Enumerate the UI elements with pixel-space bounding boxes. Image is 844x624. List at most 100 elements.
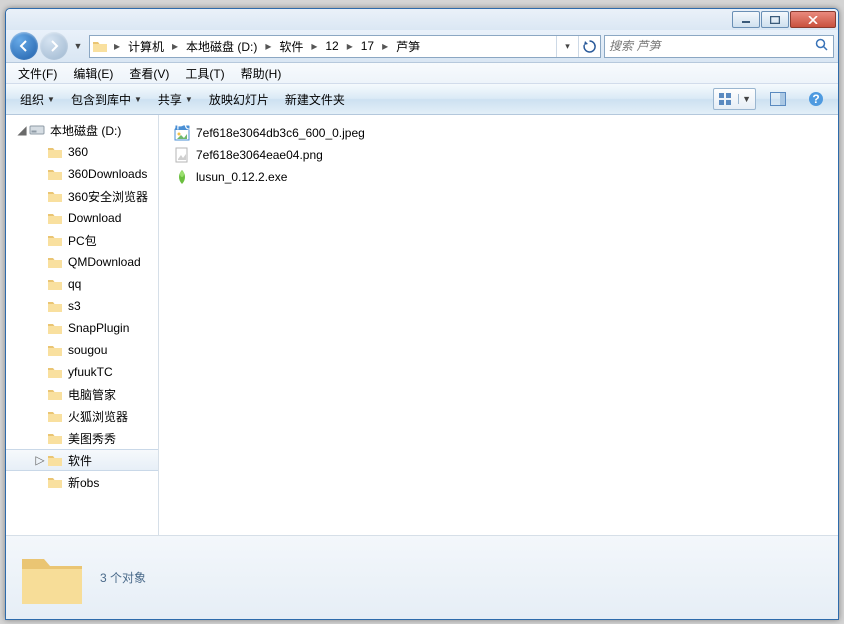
tree-label: yfuukTC <box>68 365 113 379</box>
svg-text:JPG: JPG <box>174 125 190 133</box>
tree-label: 本地磁盘 (D:) <box>50 122 121 139</box>
tree-label: sougou <box>68 343 107 357</box>
toolbar: 组织▼ 包含到库中▼ 共享▼ 放映幻灯片 新建文件夹 ▼ ? <box>6 84 838 115</box>
tree-item[interactable]: 美图秀秀 <box>6 427 158 449</box>
file-item[interactable]: 7ef618e3064eae04.png <box>173 145 824 165</box>
search-box[interactable] <box>604 35 834 58</box>
tree-item[interactable]: 新obs <box>6 471 158 493</box>
crumb-folder[interactable]: 12 <box>321 36 342 57</box>
file-item[interactable]: JPG 7ef618e3064db3c6_600_0.jpeg <box>173 123 824 143</box>
help-icon: ? <box>808 91 824 107</box>
view-mode-button[interactable]: ▼ <box>713 88 756 110</box>
close-button[interactable] <box>790 11 836 28</box>
file-name: 7ef618e3064eae04.png <box>196 148 323 162</box>
search-icon[interactable] <box>815 38 829 55</box>
chevron-right-icon[interactable]: ▸ <box>110 36 124 57</box>
chevron-right-icon[interactable]: ▸ <box>307 36 321 57</box>
expander-icon[interactable]: ◢ <box>16 123 28 137</box>
forward-button[interactable] <box>40 32 68 60</box>
menu-file[interactable]: 文件(F) <box>10 65 65 82</box>
help-button[interactable]: ? <box>800 88 832 110</box>
menu-tools[interactable]: 工具(T) <box>177 65 232 82</box>
folder-icon <box>46 254 64 270</box>
folder-icon <box>46 342 64 358</box>
tree-label: SnapPlugin <box>68 321 129 335</box>
refresh-button[interactable] <box>578 36 600 57</box>
crumb-label: 17 <box>361 39 374 53</box>
tree-item[interactable]: ▷ 软件 <box>6 449 158 471</box>
folder-icon <box>46 474 64 490</box>
tree-item[interactable]: SnapPlugin <box>6 317 158 339</box>
tree-label: 火狐浏览器 <box>68 408 128 425</box>
tree-label: PC包 <box>68 232 97 249</box>
share-button[interactable]: 共享▼ <box>150 88 201 110</box>
crumb-drive[interactable]: 本地磁盘 (D:) <box>182 36 261 57</box>
file-type-icon <box>173 147 191 163</box>
maximize-button[interactable] <box>761 11 789 28</box>
explorer-window: ▼ ▸ 计算机 ▸ 本地磁盘 (D:) ▸ 软件 ▸ 12 ▸ 17 ▸ 芦笋 … <box>5 8 839 620</box>
svg-text:?: ? <box>812 92 819 106</box>
address-bar[interactable]: ▸ 计算机 ▸ 本地磁盘 (D:) ▸ 软件 ▸ 12 ▸ 17 ▸ 芦笋 ▾ <box>89 35 601 58</box>
folder-tree[interactable]: ◢ 本地磁盘 (D:) 360 360Downloads360安全浏览器 Downloa… <box>6 115 159 535</box>
tree-item[interactable]: PC包 <box>6 229 158 251</box>
tree-item[interactable]: sougou <box>6 339 158 361</box>
menu-edit[interactable]: 编辑(E) <box>65 65 121 82</box>
folder-large-icon <box>16 542 88 614</box>
file-name: 7ef618e3064db3c6_600_0.jpeg <box>196 126 365 140</box>
menu-help[interactable]: 帮助(H) <box>233 65 290 82</box>
chevron-right-icon[interactable]: ▸ <box>168 36 182 57</box>
tree-item[interactable]: qq <box>6 273 158 295</box>
chevron-right-icon[interactable]: ▸ <box>343 36 357 57</box>
tree-item[interactable]: QMDownload <box>6 251 158 273</box>
crumb-folder[interactable]: 软件 <box>275 36 307 57</box>
tree-label: 软件 <box>68 452 92 469</box>
tree-label: 电脑管家 <box>68 386 116 403</box>
tree-label: 360 <box>68 145 88 159</box>
tree-item[interactable]: 火狐浏览器 <box>6 405 158 427</box>
crumb-label: 12 <box>325 39 338 53</box>
menu-view[interactable]: 查看(V) <box>121 65 177 82</box>
crumb-folder[interactable]: 芦笋 <box>392 36 424 57</box>
nav-history-dropdown[interactable]: ▼ <box>70 36 86 56</box>
tree-item[interactable]: Download <box>6 207 158 229</box>
crumb-folder[interactable]: 17 <box>357 36 378 57</box>
expander-icon[interactable]: ▷ <box>34 453 46 467</box>
file-name: lusun_0.12.2.exe <box>196 170 287 184</box>
organize-button[interactable]: 组织▼ <box>12 88 63 110</box>
back-button[interactable] <box>10 32 38 60</box>
folder-icon <box>46 364 64 380</box>
address-dropdown-icon[interactable]: ▾ <box>556 36 578 57</box>
folder-icon <box>46 276 64 292</box>
file-list[interactable]: JPG 7ef618e3064db3c6_600_0.jpeg 7ef618e306… <box>159 115 838 535</box>
slideshow-button[interactable]: 放映幻灯片 <box>201 88 277 110</box>
crumb-label: 软件 <box>279 38 303 55</box>
tree-item[interactable]: 360安全浏览器 <box>6 185 158 207</box>
tree-label: Download <box>68 211 121 225</box>
tree-item[interactable]: 电脑管家 <box>6 383 158 405</box>
preview-pane-button[interactable] <box>762 88 794 110</box>
new-folder-button[interactable]: 新建文件夹 <box>277 88 353 110</box>
tree-label: QMDownload <box>68 255 141 269</box>
folder-icon <box>46 188 64 204</box>
tree-label: 新obs <box>68 474 99 491</box>
search-input[interactable] <box>609 39 815 53</box>
tree-root-drive[interactable]: ◢ 本地磁盘 (D:) <box>6 119 158 141</box>
tree-item[interactable]: yfuukTC <box>6 361 158 383</box>
title-bar <box>6 9 838 30</box>
nav-bar: ▼ ▸ 计算机 ▸ 本地磁盘 (D:) ▸ 软件 ▸ 12 ▸ 17 ▸ 芦笋 … <box>6 30 838 63</box>
crumb-computer[interactable]: 计算机 <box>124 36 168 57</box>
file-item[interactable]: lusun_0.12.2.exe <box>173 167 824 187</box>
folder-icon <box>46 298 64 314</box>
crumb-label: 计算机 <box>128 38 164 55</box>
folder-icon <box>90 36 110 56</box>
include-library-button[interactable]: 包含到库中▼ <box>63 88 150 110</box>
content-area: ◢ 本地磁盘 (D:) 360 360Downloads360安全浏览器 Downloa… <box>6 115 838 535</box>
tree-item[interactable]: 360 <box>6 141 158 163</box>
chevron-right-icon[interactable]: ▸ <box>261 36 275 57</box>
drive-icon <box>28 122 46 138</box>
tree-item[interactable]: s3 <box>6 295 158 317</box>
tree-item[interactable]: 360Downloads <box>6 163 158 185</box>
folder-icon <box>46 430 64 446</box>
minimize-button[interactable] <box>732 11 760 28</box>
chevron-right-icon[interactable]: ▸ <box>378 36 392 57</box>
